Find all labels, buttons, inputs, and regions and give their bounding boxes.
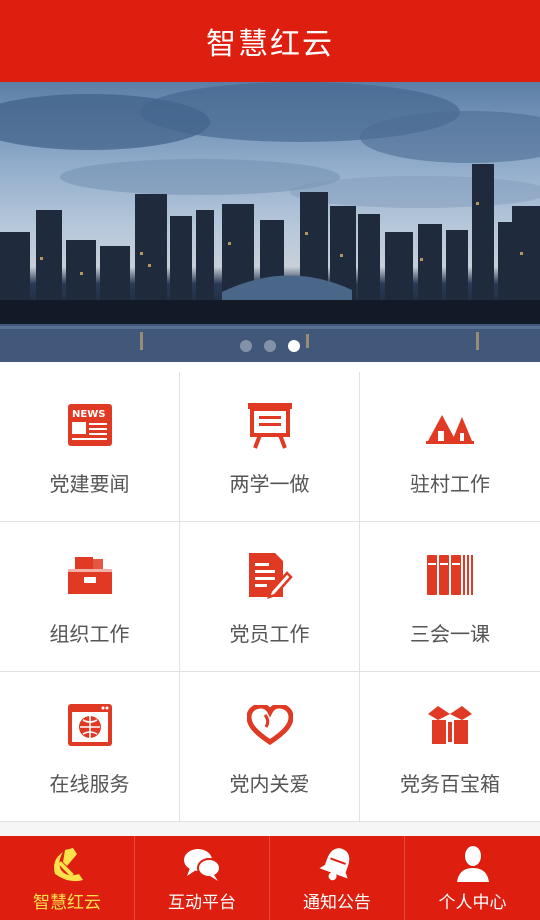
carousel-dot[interactable] [240,340,252,352]
tab-home[interactable]: 智慧红云 [0,836,135,920]
tab-label: 互动平台 [168,893,236,913]
menu-item-label: 党建要闻 [49,472,130,496]
menu-item-organization-work[interactable]: 组织工作 [0,522,180,672]
party-emblem-icon [47,844,87,884]
menu-item-online-service[interactable]: 在线服务 [0,672,180,822]
carousel-dot[interactable] [264,340,276,352]
menu-item-label: 组织工作 [49,622,130,646]
folder-box-icon [65,550,115,600]
person-icon [453,844,493,884]
menu-item-two-studies[interactable]: 两学一做 [180,372,360,522]
menu-item-label: 在线服务 [49,772,130,796]
svg-text:NEWS: NEWS [72,409,105,420]
page-title: 智慧红云 [206,27,334,62]
bottom-tab-bar: 智慧红云 互动平台 通知公告 个人中心 [0,836,540,920]
tab-personal-center[interactable]: 个人中心 [405,836,540,920]
menu-item-party-member-work[interactable]: 党员工作 [180,522,360,672]
menu-item-party-care[interactable]: 党内关爱 [180,672,360,822]
village-house-icon [425,400,475,450]
news-icon: NEWS [65,400,115,450]
browser-globe-icon [65,700,115,750]
carousel-indicators [0,340,540,352]
tab-interaction[interactable]: 互动平台 [135,836,270,920]
bell-icon [317,844,357,884]
menu-item-label: 党内关爱 [229,772,310,796]
easel-board-icon [245,400,295,450]
chat-bubbles-icon [182,844,222,884]
carousel-dot-active[interactable] [288,340,300,352]
app-header: 智慧红云 [0,0,540,82]
menu-item-label: 三会一课 [410,622,490,646]
menu-item-news[interactable]: NEWS 党建要闻 [0,372,180,522]
menu-item-party-toolbox[interactable]: 党务百宝箱 [360,672,540,822]
books-icon [425,550,475,600]
menu-item-three-meetings[interactable]: 三会一课 [360,522,540,672]
menu-item-label: 党员工作 [229,622,310,646]
gift-box-icon [425,700,475,750]
banner-carousel[interactable] [0,82,540,362]
tab-label: 通知公告 [303,893,371,913]
menu-item-label: 驻村工作 [410,472,490,496]
document-pen-icon [245,550,295,600]
menu-item-village-work[interactable]: 驻村工作 [360,372,540,522]
city-skyline-image [0,82,540,362]
tab-label: 智慧红云 [33,893,101,913]
heart-icon [245,700,295,750]
menu-item-label: 党务百宝箱 [400,772,500,796]
tab-notices[interactable]: 通知公告 [270,836,405,920]
feature-menu-grid: NEWS 党建要闻 两学一做 驻村工作 组织工作 党员工作 三会一课 在线服务 … [0,372,540,822]
tab-label: 个人中心 [438,893,507,913]
menu-item-label: 两学一做 [229,472,310,496]
